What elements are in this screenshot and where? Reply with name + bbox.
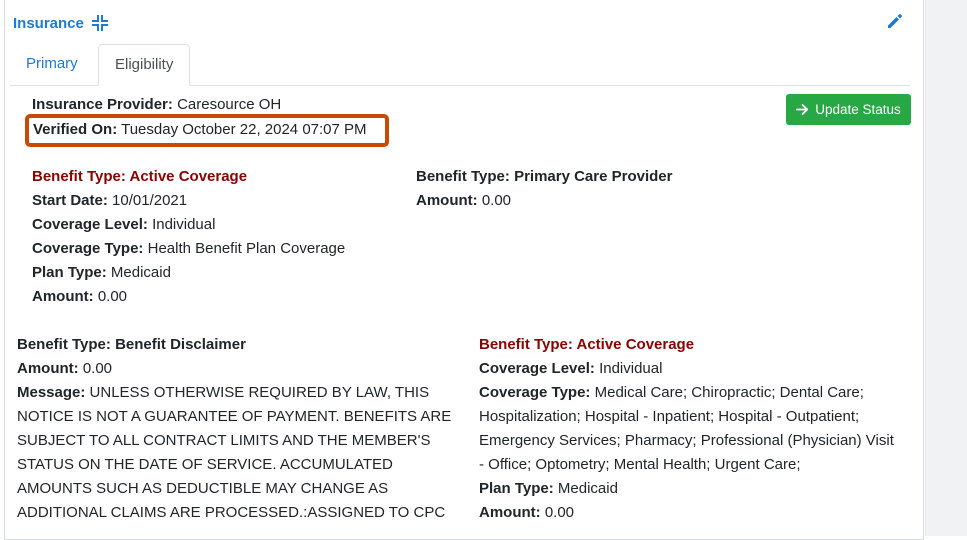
plan-type-label: Plan Type: bbox=[32, 264, 107, 281]
amount-row-2: Amount: 0.00 bbox=[479, 501, 574, 525]
tab-primary[interactable]: Primary bbox=[10, 44, 94, 86]
coverage-level-label: Coverage Level: bbox=[32, 216, 148, 233]
update-status-label: Update Status bbox=[815, 102, 901, 117]
amount-label: Amount: bbox=[32, 288, 94, 305]
plan-type-value: Medicaid bbox=[110, 264, 171, 281]
coverage-type-label-2: Coverage Type: bbox=[479, 384, 591, 401]
start-date-value: 10/01/2021 bbox=[112, 192, 188, 209]
plan-type-label-2: Plan Type: bbox=[479, 480, 554, 497]
insurance-provider-value: Caresource OH bbox=[177, 96, 282, 113]
pcp-amount-label: Amount: bbox=[416, 192, 478, 209]
benefit-type-active-coverage-2: Benefit Type: Active Coverage bbox=[479, 336, 695, 353]
coverage-type-row: Coverage Type: Health Benefit Plan Cover… bbox=[32, 237, 345, 261]
pcp-amount-row: Amount: 0.00 bbox=[416, 189, 511, 213]
pencil-icon[interactable] bbox=[886, 12, 904, 30]
insurance-provider-label: Insurance Provider: bbox=[32, 96, 173, 113]
amount-value: 0.00 bbox=[97, 288, 128, 305]
amount-row: Amount: 0.00 bbox=[32, 285, 127, 309]
card-header: Insurance bbox=[13, 12, 108, 34]
tab-bar: Primary Eligibility bbox=[10, 44, 910, 86]
plan-type-value-2: Medicaid bbox=[557, 480, 618, 497]
plan-type-row-2: Plan Type: Medicaid bbox=[479, 477, 618, 501]
disclaimer-amount-row: Amount: 0.00 bbox=[17, 357, 112, 381]
amount-value-2: 0.00 bbox=[544, 504, 575, 521]
start-date-row: Start Date: 10/01/2021 bbox=[32, 189, 187, 213]
coverage-type-label: Coverage Type: bbox=[32, 240, 144, 257]
coverage-level-row: Coverage Level: Individual bbox=[32, 213, 215, 237]
arrow-right-icon bbox=[796, 103, 809, 116]
disclaimer-amount-label: Amount: bbox=[17, 360, 79, 377]
card-title: Insurance bbox=[13, 14, 84, 32]
coverage-level-row-2: Coverage Level: Individual bbox=[479, 357, 662, 381]
right-gutter bbox=[925, 0, 967, 536]
disclaimer-amount-value: 0.00 bbox=[82, 360, 113, 377]
compress-arrows-icon[interactable] bbox=[91, 15, 108, 31]
tab-eligibility[interactable]: Eligibility bbox=[98, 44, 191, 86]
coverage-level-label-2: Coverage Level: bbox=[479, 360, 595, 377]
disclaimer-message: Message: UNLESS OTHERWISE REQUIRED BY LA… bbox=[17, 381, 462, 525]
verified-on-label: Verified On: bbox=[33, 121, 118, 138]
verified-on-value: Tuesday October 22, 2024 07:07 PM bbox=[121, 121, 367, 138]
update-status-button[interactable]: Update Status bbox=[786, 94, 911, 125]
message-label: Message: bbox=[17, 384, 86, 401]
verified-on-row: Verified On: Tuesday October 22, 2024 07… bbox=[33, 118, 367, 142]
benefit-type-disclaimer: Benefit Type: Benefit Disclaimer bbox=[17, 336, 246, 353]
start-date-label: Start Date: bbox=[32, 192, 108, 209]
amount-label-2: Amount: bbox=[479, 504, 541, 521]
benefit-type-primary-care: Benefit Type: Primary Care Provider bbox=[416, 168, 673, 185]
coverage-type-value: Health Benefit Plan Coverage bbox=[147, 240, 346, 257]
coverage-level-value-2: Individual bbox=[599, 360, 663, 377]
benefit-type-active-coverage: Benefit Type: Active Coverage bbox=[32, 168, 248, 185]
coverage-type-block-2: Coverage Type: Medical Care; Chiropracti… bbox=[479, 381, 899, 477]
message-value: UNLESS OTHERWISE REQUIRED BY LAW, THIS N… bbox=[17, 384, 452, 521]
pcp-amount-value: 0.00 bbox=[481, 192, 512, 209]
coverage-level-value: Individual bbox=[152, 216, 216, 233]
plan-type-row: Plan Type: Medicaid bbox=[32, 261, 171, 285]
